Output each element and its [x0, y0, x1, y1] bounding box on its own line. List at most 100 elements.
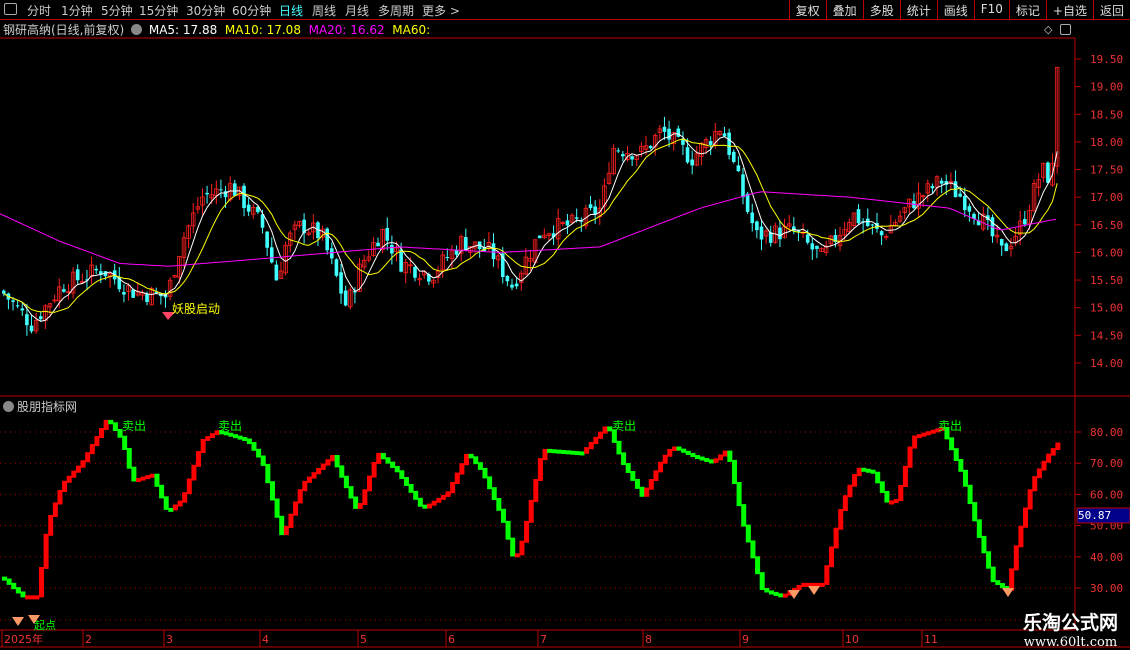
- candle-body: [246, 204, 251, 212]
- indicator-tick-label: 60.00: [1090, 488, 1123, 501]
- candle-body: [667, 128, 671, 140]
- indicator-bar: [25, 595, 31, 600]
- candle-body: [325, 228, 329, 251]
- price-tick-label: 14.00: [1090, 357, 1123, 370]
- indicator-bar: [648, 479, 654, 490]
- indicator-bar: [912, 435, 918, 449]
- candle-body: [390, 244, 394, 254]
- x-tick-label: 10: [845, 633, 859, 646]
- indicator-bar: [972, 502, 978, 522]
- indicator-bar: [907, 446, 913, 468]
- indicator-bar: [413, 490, 419, 500]
- indicator-bar: [708, 459, 714, 464]
- indicator-bar: [870, 469, 876, 474]
- price-tick-label: 15.50: [1090, 274, 1123, 287]
- candle-body: [62, 289, 66, 292]
- indicator-bar: [1046, 453, 1052, 463]
- candle-body: [265, 231, 269, 248]
- indicator-bar: [764, 588, 770, 593]
- indicator-bar: [339, 465, 345, 478]
- indicator-bar: [584, 447, 590, 454]
- indicator-bar: [653, 470, 659, 482]
- x-tick-label: 9: [742, 633, 749, 646]
- indicator-bar: [163, 496, 169, 510]
- indicator-bar: [357, 502, 363, 509]
- indicator-bar: [671, 446, 677, 451]
- indicator-bar: [838, 508, 844, 530]
- indicator-bar: [66, 475, 72, 483]
- indicator-bar: [15, 587, 21, 594]
- indicator-tick-label: 30.00: [1090, 582, 1123, 595]
- indicator-bar: [228, 432, 234, 437]
- price-tick-label: 16.00: [1090, 246, 1123, 259]
- signal-label: 妖股启动: [172, 302, 220, 316]
- x-tick-label: 7: [540, 633, 547, 646]
- candle-body: [376, 242, 380, 247]
- indicator-bar: [85, 452, 91, 463]
- indicator-bar: [662, 454, 668, 464]
- indicator-bar: [487, 476, 493, 490]
- indicator-bar: [103, 419, 109, 430]
- candle-body: [1046, 162, 1050, 183]
- indicator-bar: [879, 481, 885, 493]
- indicator-bar: [353, 496, 359, 509]
- ma10-line: [3, 138, 1058, 313]
- indicator-bar: [403, 477, 409, 486]
- indicator-bar: [265, 463, 271, 484]
- price-tick-label: 14.50: [1090, 329, 1123, 342]
- indicator-bar: [450, 481, 456, 494]
- candle-body: [505, 275, 510, 282]
- indicator-bar: [283, 525, 289, 536]
- indicator-bar: [722, 450, 728, 457]
- x-tick-label: 5: [360, 633, 367, 646]
- indicator-bar: [431, 500, 437, 506]
- indicator-bar: [366, 475, 372, 492]
- candle-body: [15, 305, 20, 307]
- indicator-bar: [168, 507, 174, 512]
- indicator-bar: [89, 444, 95, 455]
- diamond-signal-icon: [1002, 588, 1014, 597]
- indicator-bar: [574, 451, 580, 456]
- indicator-bar: [334, 455, 340, 468]
- indicator-bar: [681, 448, 687, 453]
- indicator-bar: [302, 480, 308, 492]
- indicator-tick-label: 40.00: [1090, 551, 1123, 564]
- indicator-bar: [468, 453, 474, 459]
- indicator-bar: [782, 593, 788, 598]
- indicator-bar: [639, 486, 645, 497]
- indicator-bar: [875, 471, 881, 484]
- indicator-bar: [320, 463, 326, 470]
- indicator-bar: [926, 431, 932, 436]
- indicator-bar: [500, 508, 506, 523]
- indicator-bar: [126, 447, 132, 469]
- indicator-bar: [731, 459, 737, 485]
- candle-body: [778, 227, 782, 240]
- indicator-bar: [122, 435, 128, 450]
- indicator-bar: [149, 473, 155, 478]
- indicator-bar: [579, 451, 585, 456]
- candle-body: [856, 209, 861, 224]
- sell-label: 卖出: [218, 419, 242, 433]
- price-tick-label: 16.50: [1090, 219, 1123, 232]
- watermark-logo: 乐淘公式网 www.60lt.com: [1023, 608, 1118, 650]
- candle-body: [630, 156, 634, 160]
- indicator-bar: [306, 476, 312, 483]
- indicator-bar: [330, 455, 336, 462]
- indicator-bar: [1009, 568, 1015, 591]
- price-tick-label: 18.50: [1090, 108, 1123, 121]
- indicator-bar: [205, 436, 211, 441]
- indicator-bar: [602, 426, 608, 434]
- indicator-bar: [269, 481, 275, 501]
- indicator-bar: [477, 462, 483, 470]
- indicator-bar: [75, 465, 81, 473]
- sell-label: 卖出: [612, 419, 636, 433]
- indicator-bar: [108, 419, 114, 425]
- indicator-bar: [288, 513, 294, 528]
- kline-chart[interactable]: 19.50 19.00 18.50 18.00 17.50 17.00 16.50 16.00…: [0, 0, 1130, 650]
- indicator-bar: [29, 595, 35, 600]
- candle-body: [810, 243, 815, 250]
- indicator-bar: [713, 458, 719, 463]
- indicator-bar: [768, 590, 774, 595]
- indicator-bar: [71, 470, 77, 478]
- indicator-bar: [177, 500, 183, 507]
